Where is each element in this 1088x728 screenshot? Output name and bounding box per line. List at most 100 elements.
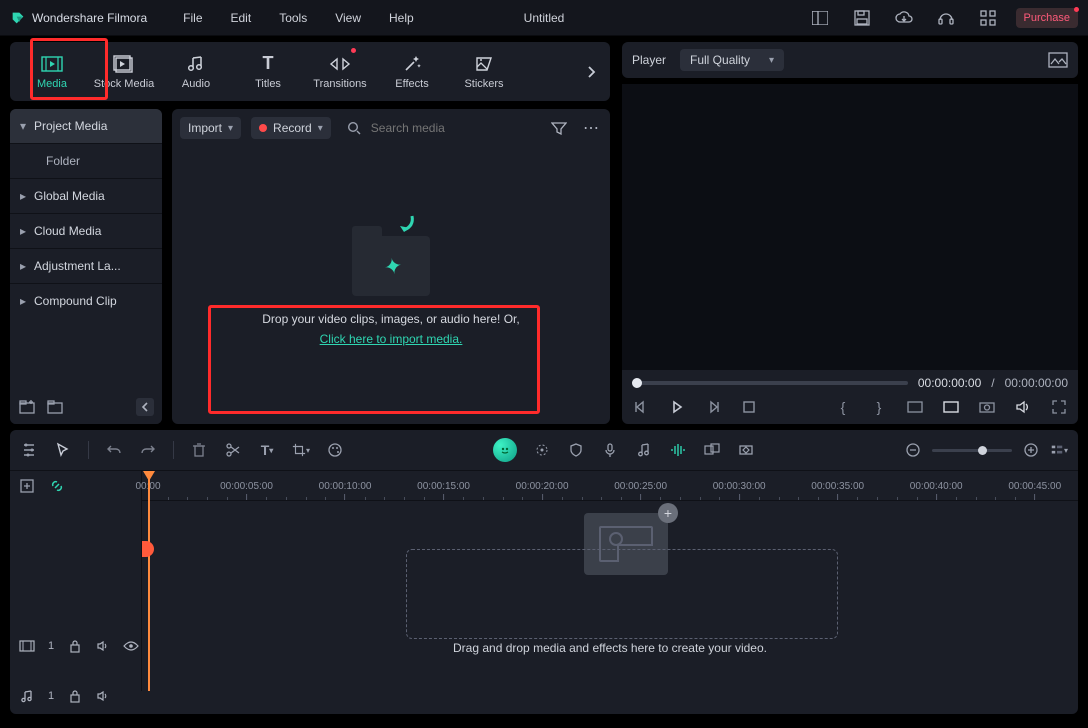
tab-media[interactable]: Media bbox=[18, 46, 86, 98]
apps-icon[interactable] bbox=[974, 6, 1002, 30]
tab-titles[interactable]: T Titles bbox=[234, 46, 302, 98]
keyframe-icon[interactable] bbox=[737, 441, 755, 459]
stop-icon[interactable] bbox=[740, 398, 758, 416]
cloud-icon[interactable] bbox=[890, 6, 918, 30]
track-visible-icon[interactable] bbox=[122, 637, 140, 655]
color-icon[interactable] bbox=[326, 441, 344, 459]
text-tool-icon[interactable]: T▾ bbox=[258, 441, 276, 459]
menu-help[interactable]: Help bbox=[389, 11, 414, 25]
ruler-tick: 00:00:05:00 bbox=[220, 481, 273, 492]
add-track-icon[interactable] bbox=[18, 477, 36, 495]
layout-preset-icon[interactable] bbox=[806, 6, 834, 30]
sidebar-item-global-media[interactable]: ▸Global Media bbox=[10, 178, 162, 213]
timeline-dropzone[interactable] bbox=[406, 549, 838, 639]
panel-tabs: Media Stock Media Audio T Titles Transit… bbox=[10, 42, 610, 101]
zoom-out-icon[interactable] bbox=[904, 441, 922, 459]
zoom-in-icon[interactable] bbox=[1022, 441, 1040, 459]
player-label: Player bbox=[632, 53, 666, 67]
crop-icon[interactable]: ▾ bbox=[292, 441, 310, 459]
sidebar-item-adjustment-layer[interactable]: ▸Adjustment La... bbox=[10, 248, 162, 283]
tab-transitions[interactable]: Transitions bbox=[306, 46, 374, 98]
track-volume-icon[interactable] bbox=[94, 637, 112, 655]
next-frame-icon[interactable] bbox=[704, 398, 722, 416]
tab-titles-label: Titles bbox=[255, 78, 281, 90]
gear-dotted-icon[interactable] bbox=[533, 441, 551, 459]
search-input[interactable] bbox=[369, 120, 538, 136]
cursor-icon[interactable] bbox=[54, 441, 72, 459]
sidebar-item-cloud-media[interactable]: ▸Cloud Media bbox=[10, 213, 162, 248]
redo-icon[interactable] bbox=[139, 441, 157, 459]
current-time: 00:00:00:00 bbox=[918, 376, 981, 390]
video-track-icon bbox=[18, 637, 36, 655]
prev-frame-icon[interactable] bbox=[632, 398, 650, 416]
menu-view[interactable]: View bbox=[335, 11, 361, 25]
lock-track-icon[interactable] bbox=[66, 687, 84, 705]
save-icon[interactable] bbox=[848, 6, 876, 30]
timeline-panel: T▾ ▾ ▾ 00:0000:00:05:0000: bbox=[10, 430, 1078, 714]
mic-icon[interactable] bbox=[601, 441, 619, 459]
display-icon[interactable] bbox=[942, 398, 960, 416]
effects-icon bbox=[402, 54, 422, 74]
tabs-scroll-right[interactable] bbox=[580, 61, 602, 83]
seek-bar[interactable] bbox=[632, 381, 908, 385]
record-dropdown[interactable]: Record▾ bbox=[251, 117, 331, 139]
ai-assistant-icon[interactable] bbox=[493, 438, 517, 462]
import-media-link[interactable]: Click here to import media. bbox=[320, 332, 463, 346]
tab-stickers[interactable]: Stickers bbox=[450, 46, 518, 98]
tab-stock-media[interactable]: Stock Media bbox=[90, 46, 158, 98]
zoom-slider[interactable] bbox=[932, 449, 1012, 452]
mark-out-icon[interactable]: } bbox=[870, 398, 888, 416]
sliders-icon[interactable] bbox=[20, 441, 38, 459]
titles-icon: T bbox=[263, 54, 274, 74]
tab-audio[interactable]: Audio bbox=[162, 46, 230, 98]
fullscreen-icon[interactable] bbox=[1050, 398, 1068, 416]
mark-in-icon[interactable]: { bbox=[834, 398, 852, 416]
document-title: Untitled bbox=[524, 11, 565, 25]
volume-icon[interactable] bbox=[1014, 398, 1032, 416]
camera-icon[interactable] bbox=[978, 398, 996, 416]
search-icon bbox=[347, 121, 361, 135]
sidebar-item-compound-clip[interactable]: ▸Compound Clip bbox=[10, 283, 162, 318]
sidebar-item-folder[interactable]: Folder bbox=[10, 143, 162, 178]
play-icon[interactable] bbox=[668, 398, 686, 416]
trash-icon[interactable] bbox=[190, 441, 208, 459]
menu-tools[interactable]: Tools bbox=[279, 11, 307, 25]
scissors-icon[interactable] bbox=[224, 441, 242, 459]
timeline-ruler-area[interactable]: 00:0000:00:05:0000:00:10:0000:00:15:0000… bbox=[142, 471, 1078, 691]
snapshot-icon[interactable] bbox=[1048, 52, 1068, 68]
ruler-tick: 00:00:45:00 bbox=[1008, 481, 1061, 492]
media-sidepanel: ▾Project Media Folder ▸Global Media ▸Clo… bbox=[10, 109, 162, 424]
ruler-tick: 00:00:20:00 bbox=[516, 481, 569, 492]
import-dropdown[interactable]: Import▾ bbox=[180, 117, 241, 139]
headset-icon[interactable] bbox=[932, 6, 960, 30]
undo-icon[interactable] bbox=[105, 441, 123, 459]
sidebar-item-project-media[interactable]: ▾Project Media bbox=[10, 109, 162, 143]
app-logo: Wondershare Filmora bbox=[10, 10, 147, 26]
menu-edit[interactable]: Edit bbox=[231, 11, 252, 25]
clip-view-icon[interactable] bbox=[906, 398, 924, 416]
new-bin-icon[interactable] bbox=[18, 398, 36, 416]
music-notes-icon[interactable] bbox=[635, 441, 653, 459]
link-icon[interactable] bbox=[48, 477, 66, 495]
ruler-tick: 00:00:30:00 bbox=[713, 481, 766, 492]
media-browser: Import▾ Record▾ ⋯ ✦ Drop your vi bbox=[172, 109, 610, 424]
new-folder-icon[interactable] bbox=[46, 398, 64, 416]
filter-icon[interactable] bbox=[548, 117, 570, 139]
more-options-icon[interactable]: ⋯ bbox=[580, 117, 602, 139]
disclosure-icon: ▸ bbox=[20, 224, 28, 238]
audio-track-header[interactable]: 1 bbox=[10, 681, 1078, 711]
track-volume-icon[interactable] bbox=[94, 687, 112, 705]
beat-icon[interactable] bbox=[669, 441, 687, 459]
stickers-icon bbox=[474, 54, 494, 74]
collapse-panel-icon[interactable] bbox=[136, 398, 154, 416]
shield-icon[interactable] bbox=[567, 441, 585, 459]
player-quality-select[interactable]: Full Quality▾ bbox=[680, 49, 784, 71]
lock-track-icon[interactable] bbox=[66, 637, 84, 655]
tab-effects[interactable]: Effects bbox=[378, 46, 446, 98]
group-icon[interactable] bbox=[703, 441, 721, 459]
seek-handle[interactable] bbox=[632, 378, 642, 388]
menu-file[interactable]: File bbox=[183, 11, 202, 25]
video-track-header[interactable]: 1 bbox=[10, 631, 1078, 661]
zoom-level-icon[interactable]: ▾ bbox=[1050, 441, 1068, 459]
purchase-button[interactable]: Purchase bbox=[1016, 8, 1078, 28]
